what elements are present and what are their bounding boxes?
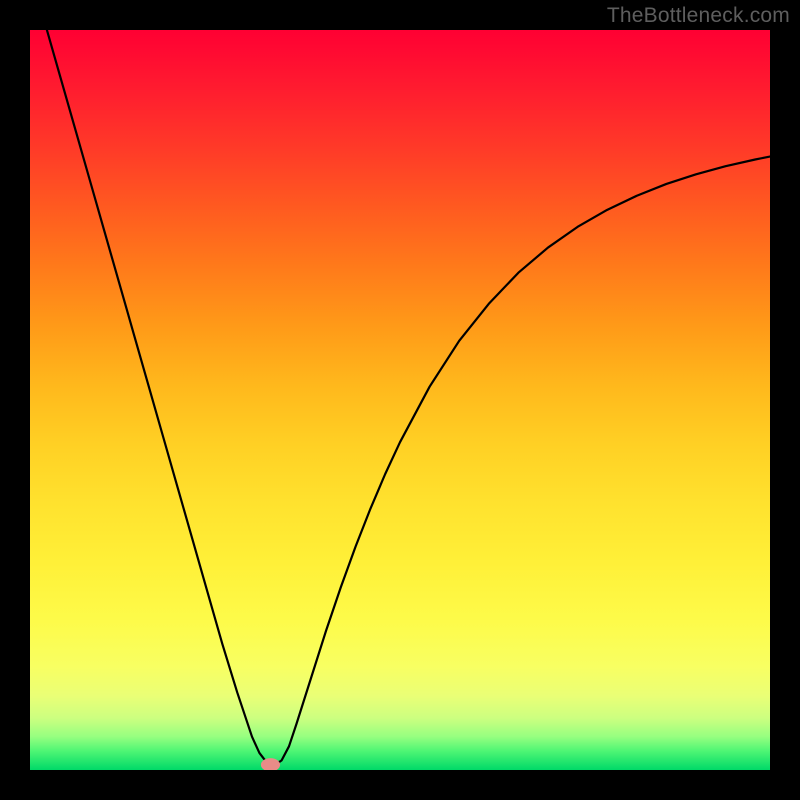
chart-frame: TheBottleneck.com (0, 0, 800, 800)
watermark-text: TheBottleneck.com (607, 4, 790, 28)
plot-area (30, 30, 770, 770)
gradient-background (30, 30, 770, 770)
bottleneck-chart (30, 30, 770, 770)
